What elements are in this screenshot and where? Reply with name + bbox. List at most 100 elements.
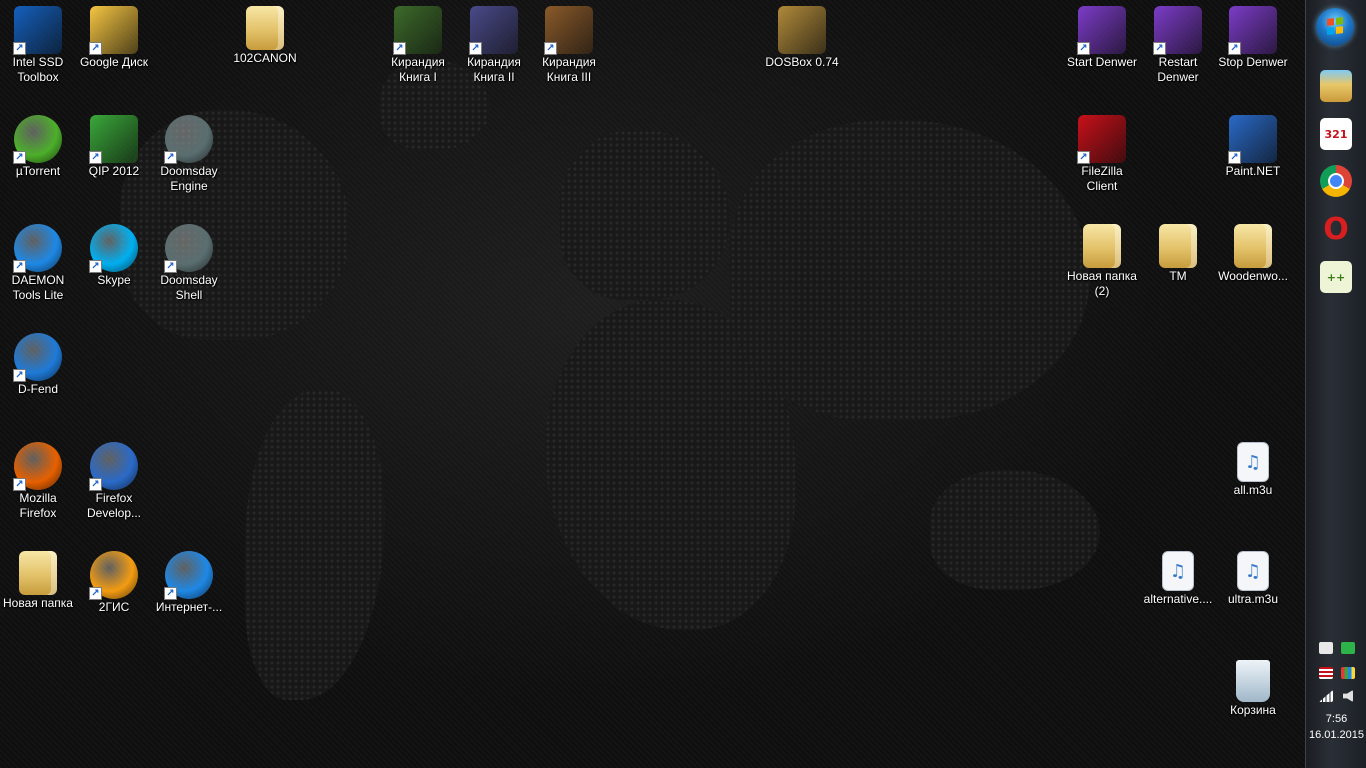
desktop-icon[interactable]: Woodenwo...: [1215, 218, 1291, 284]
desktop-icon-label: Doomsday Shell: [160, 273, 218, 302]
desktop-icon-label: Doomsday Engine: [160, 164, 218, 193]
desktop-icon[interactable]: ↗ Кирандия Книга II: [456, 0, 532, 85]
utorrent-icon: ↗: [13, 115, 62, 164]
desktop-icon-label: Paint.NET: [1225, 164, 1281, 178]
windows-start-icon[interactable]: [1316, 8, 1354, 46]
desktop-icon-label: Stop Denwer: [1218, 55, 1288, 69]
firefox-icon: ↗: [13, 442, 62, 491]
opera-icon[interactable]: O: [1320, 212, 1352, 247]
filezilla-icon: ↗: [1077, 115, 1126, 164]
desktop-icon[interactable]: ↗ Intel SSD Toolbox: [0, 0, 76, 85]
desktop-icon-label: Woodenwo...: [1218, 269, 1288, 283]
explorer-icon[interactable]: [1320, 70, 1352, 102]
shortcut-arrow-icon: ↗: [89, 478, 102, 491]
desktop-icon[interactable]: ↗ Firefox Develop...: [76, 436, 152, 521]
shortcut-arrow-icon: ↗: [393, 42, 406, 55]
desktop-icon-label: FileZilla Client: [1081, 164, 1123, 193]
clock-date[interactable]: 16.01.2015: [1306, 728, 1366, 742]
usb-device-icon[interactable]: [1319, 642, 1333, 654]
desktop-icon[interactable]: ↗ Doomsday Engine: [151, 109, 227, 194]
chrome-icon[interactable]: [1320, 165, 1352, 197]
daemon-tools-icon: ↗: [13, 224, 62, 273]
shortcut-arrow-icon: ↗: [164, 151, 177, 164]
desktop-icon[interactable]: ↗ Mozilla Firefox: [0, 436, 76, 521]
doomsday-engine-icon: ↗: [164, 115, 213, 164]
desktop-icon[interactable]: ↗ Кирандия Книга III: [531, 0, 607, 85]
desktop-icon-label: TM: [1169, 269, 1187, 283]
playlist-file-icon: ♫: [1237, 442, 1269, 482]
map-asia: [730, 120, 1090, 420]
desktop-icon-label: 102CANON: [233, 51, 297, 65]
desktop-icon-label: D-Fend: [17, 382, 58, 396]
shortcut-arrow-icon: ↗: [1077, 42, 1090, 55]
playlist-file-icon: ♫: [1162, 551, 1194, 591]
desktop-icon[interactable]: ↗ D-Fend: [0, 327, 76, 397]
taskbar: 321 O ++ 7:56 16.01.2015: [1305, 0, 1366, 768]
shortcut-arrow-icon: ↗: [13, 42, 26, 55]
volume-icon[interactable]: [1343, 690, 1353, 702]
desktop-icon-label: 2ГИС: [98, 600, 130, 614]
color-bars-icon[interactable]: [1341, 667, 1355, 679]
desktop-icon[interactable]: Новая папка: [0, 545, 76, 611]
desktop-icon[interactable]: 102CANON: [227, 0, 303, 66]
folder-icon: [246, 6, 284, 50]
notepad-plus-plus-icon[interactable]: ++: [1320, 261, 1352, 293]
shortcut-arrow-icon: ↗: [13, 369, 26, 382]
desktop-icon[interactable]: ↗ Google Диск: [76, 0, 152, 70]
desktop-icon-label: Intel SSD Toolbox: [12, 55, 64, 84]
shortcut-arrow-icon: ↗: [13, 151, 26, 164]
shortcut-arrow-icon: ↗: [164, 587, 177, 600]
desktop-icon[interactable]: ♫ all.m3u: [1215, 436, 1291, 498]
desktop-icon[interactable]: ↗ Doomsday Shell: [151, 218, 227, 303]
shortcut-arrow-icon: ↗: [13, 260, 26, 273]
desktop-icon[interactable]: ↗ Paint.NET: [1215, 109, 1291, 179]
shortcut-arrow-icon: ↗: [89, 260, 102, 273]
paintnet-icon: ↗: [1228, 115, 1277, 164]
desktop-icon[interactable]: ↗ QIP 2012: [76, 109, 152, 179]
desktop-icon[interactable]: ↗ FileZilla Client: [1064, 109, 1140, 194]
folder-icon: [19, 551, 57, 595]
desktop-icon-label: Mozilla Firefox: [19, 491, 57, 520]
desktop-icon[interactable]: ↗ Start Denwer: [1064, 0, 1140, 70]
desktop-icon-label: Google Диск: [79, 55, 149, 69]
desktop-icon[interactable]: Корзина: [1215, 654, 1291, 718]
kyrandia-1-icon: ↗: [393, 6, 442, 55]
desktop-icon[interactable]: ↗ Кирандия Книга I: [380, 0, 456, 85]
desktop-icon-label: QIP 2012: [88, 164, 140, 178]
map-europe: [560, 130, 730, 300]
map-australia: [930, 470, 1100, 590]
desktop-icon[interactable]: ↗ Stop Denwer: [1215, 0, 1291, 70]
desktop-icon[interactable]: ↗ Интернет-...: [151, 545, 227, 615]
desktop-icon[interactable]: Новая папка (2): [1064, 218, 1140, 299]
desktop-icon-label: DOSBox 0.74: [765, 55, 839, 69]
skype-icon: ↗: [89, 224, 138, 273]
desktop-icon[interactable]: ♫ ultra.m3u: [1215, 545, 1291, 607]
recycle-bin-icon: [1236, 660, 1270, 702]
kyrandia-2-icon: ↗: [469, 6, 518, 55]
network-signal-icon[interactable]: [1319, 690, 1333, 702]
clock-time[interactable]: 7:56: [1306, 712, 1366, 726]
denwer-restart-icon: ↗: [1153, 6, 1202, 55]
shortcut-arrow-icon: ↗: [89, 151, 102, 164]
desktop-icon-label: Skype: [97, 273, 131, 287]
language-flag-icon[interactable]: [1319, 667, 1333, 679]
check-icon[interactable]: [1341, 642, 1355, 654]
desktop-icon[interactable]: ↗ Restart Denwer: [1140, 0, 1216, 85]
media-player-classic-icon[interactable]: 321: [1320, 118, 1352, 150]
desktop-icon[interactable]: TM: [1140, 218, 1216, 284]
desktop-icon-label: µTorrent: [15, 164, 61, 178]
desktop-icon[interactable]: ♫ alternative....: [1140, 545, 1216, 607]
desktop-icon-label: Новая папка: [3, 596, 73, 610]
desktop-icon[interactable]: ↗ µTorrent: [0, 109, 76, 179]
desktop-icon-label: ultra.m3u: [1227, 592, 1279, 606]
desktop-icon-label: Кирандия Книга III: [542, 55, 596, 84]
desktop-icon-label: Restart Denwer: [1157, 55, 1199, 84]
shortcut-arrow-icon: ↗: [1077, 151, 1090, 164]
kyrandia-3-icon: ↗: [544, 6, 593, 55]
desktop-icon[interactable]: ↗ Skype: [76, 218, 152, 288]
desktop-icon[interactable]: DOSBox 0.74: [764, 0, 840, 70]
desktop-icon[interactable]: ↗ 2ГИС: [76, 545, 152, 615]
desktop-icon[interactable]: ↗ DAEMON Tools Lite: [0, 218, 76, 303]
google-drive-icon: ↗: [89, 6, 138, 55]
shortcut-arrow-icon: ↗: [1153, 42, 1166, 55]
